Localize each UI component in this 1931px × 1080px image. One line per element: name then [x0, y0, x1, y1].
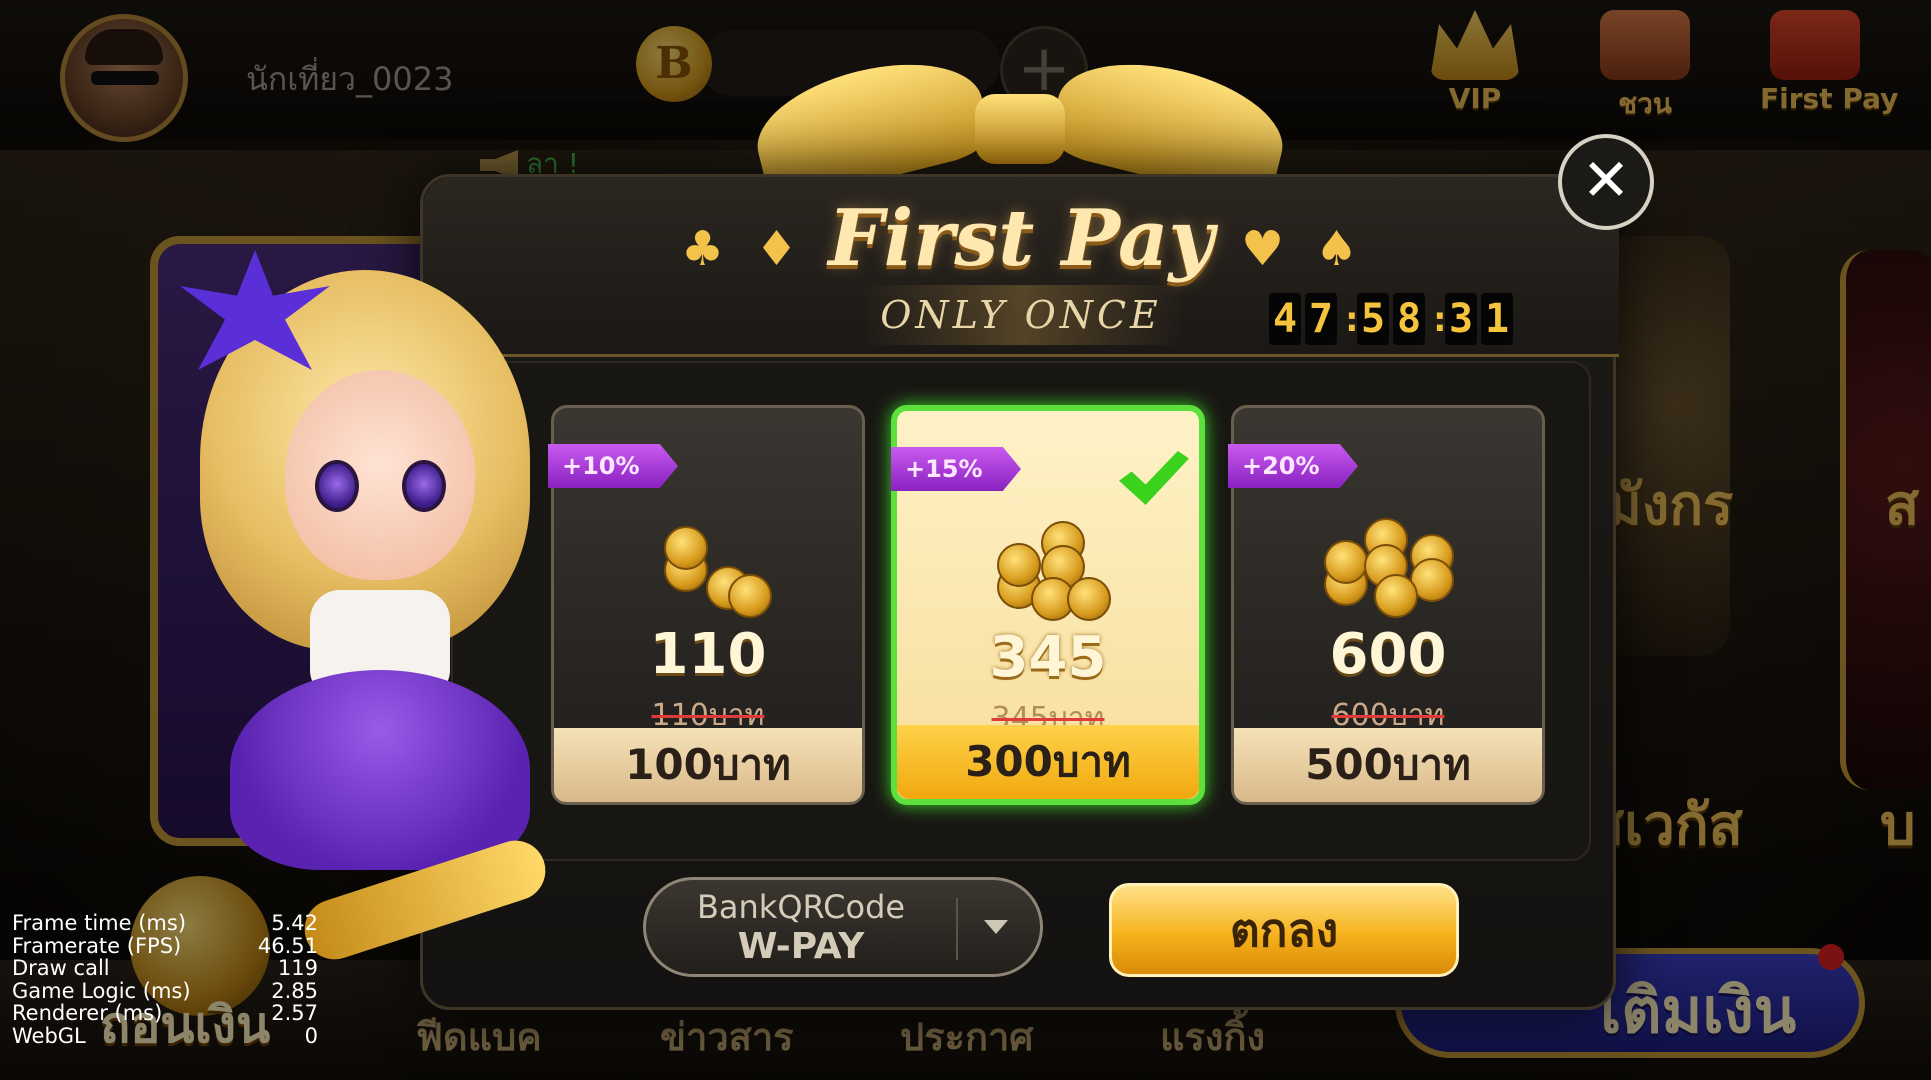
pack-card-3[interactable]: +20% 600 600บาท 500บาท [1228, 405, 1545, 805]
payment-method-select[interactable]: BankQRCode W-PAY [643, 877, 1043, 977]
price-label: 300บาท [897, 725, 1199, 799]
stat-row: Renderer (ms) 2.57 [12, 1001, 318, 1025]
coin-stack-icon [997, 521, 1117, 621]
stat-row: Game Logic (ms) 2.85 [12, 978, 318, 1003]
pack-card-2[interactable]: +15% 345 345บาท 300บาท [891, 405, 1205, 805]
stat-row: WebGL 0 [12, 1023, 318, 1048]
mascot-eye [315, 460, 359, 512]
dialog-header: ♣ ♦ ♥ ♠ First Pay ONLY ONCE 4 7 : 5 8 : … [423, 177, 1619, 357]
countdown-timer: 4 7 : 5 8 : 3 1 [1269, 291, 1513, 347]
countdown-digit: 5 [1357, 293, 1389, 345]
countdown-digit: 1 [1481, 293, 1513, 345]
price-label: 500บาท [1234, 728, 1542, 802]
countdown-digit: 7 [1305, 293, 1337, 345]
countdown-digit: 4 [1269, 293, 1301, 345]
mascot-face [285, 370, 475, 580]
performance-stats: Frame time (ms) 5.42 Framerate (FPS) 46.51… [12, 912, 318, 1047]
coin-stack-icon [654, 518, 774, 618]
bow-knot [975, 94, 1065, 164]
gift-bow-decoration [725, 43, 1315, 207]
checkmark-icon [1119, 451, 1189, 505]
payment-method-provider: W-PAY [737, 926, 865, 967]
select-divider [956, 898, 958, 960]
mascot-eye [402, 460, 446, 512]
mascot-dress [230, 670, 530, 870]
countdown-separator: : [1429, 298, 1451, 340]
bonus-badge: +15% [891, 447, 1021, 491]
coin-amount: 345 [989, 625, 1107, 690]
price-label: 100บาท [554, 728, 862, 802]
stat-row: Frame time (ms) 5.42 [12, 911, 318, 935]
dialog-title: First Pay [828, 193, 1214, 284]
stat-row: Framerate (FPS) 46.51 [12, 933, 318, 958]
confirm-button[interactable]: ตกลง [1109, 883, 1459, 977]
countdown-separator: : [1341, 298, 1363, 340]
chevron-down-icon [984, 920, 1008, 934]
bonus-badge: +20% [1228, 444, 1358, 488]
stat-row: Draw call 119 [12, 956, 318, 980]
bonus-badge: +10% [548, 444, 678, 488]
mascot-character [140, 250, 560, 968]
countdown-digit: 3 [1445, 293, 1477, 345]
pack-card-1[interactable]: +10% 110 110บาท 100บาท [548, 405, 865, 805]
coin-stack-icon [1324, 518, 1454, 618]
payment-method-name: BankQRCode [696, 888, 906, 926]
countdown-digit: 8 [1393, 293, 1425, 345]
close-button[interactable]: ✕ [1558, 134, 1654, 230]
coin-amount: 600 [1329, 622, 1447, 687]
coin-amount: 110 [649, 622, 767, 687]
first-pay-dialog: ♣ ♦ ♥ ♠ First Pay ONLY ONCE 4 7 : 5 8 : … [420, 174, 1619, 1010]
